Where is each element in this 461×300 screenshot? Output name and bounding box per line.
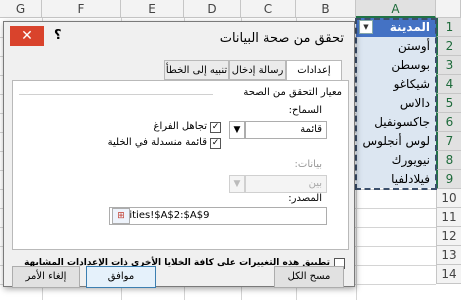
chevron-down-icon[interactable]: ▼	[229, 121, 245, 139]
clear-all-button[interactable]: مسح الكل	[274, 266, 344, 288]
chevron-down-icon[interactable]: ▼	[229, 175, 245, 193]
criteria-heading: معيار التحقق من الصحة	[243, 87, 342, 98]
column-header-c[interactable]: C	[241, 0, 296, 18]
row-header-14[interactable]: 14	[436, 265, 461, 284]
in-cell-dropdown-checkbox[interactable]: ✓	[210, 138, 221, 149]
column-header-g[interactable]: G	[0, 0, 42, 18]
help-icon[interactable]: ؟	[54, 28, 62, 43]
row-header-12[interactable]: 12	[436, 227, 461, 246]
row-header-4[interactable]: 4	[436, 75, 461, 94]
range-select-icon[interactable]: ⊞	[112, 208, 130, 224]
in-cell-dropdown-label: قائمة منسدلة في الخلية	[107, 137, 207, 148]
tab-error-alert[interactable]: تنبيه إلى الخطأ	[164, 60, 229, 80]
source-input[interactable]: =Cities!$A$2:$A$9	[109, 207, 327, 225]
row-header-9[interactable]: 9	[436, 170, 461, 189]
row-header-11[interactable]: 11	[436, 208, 461, 227]
ok-button[interactable]: موافق	[86, 266, 156, 288]
column-header-e[interactable]: E	[121, 0, 184, 18]
column-header-a[interactable]: A	[356, 0, 436, 18]
column-header-d[interactable]: D	[184, 0, 241, 18]
row-header-10[interactable]: 10	[436, 189, 461, 208]
row-header-8[interactable]: 8	[436, 151, 461, 170]
data-validation-dialog: تحقق من صحة البيانات ؟ ✕ إعدادات رسالة إ…	[3, 21, 355, 288]
ignore-blank-checkbox[interactable]: ✓	[210, 122, 221, 133]
allow-dropdown[interactable]: قائمة	[245, 121, 327, 139]
row-header-7[interactable]: 7	[436, 132, 461, 151]
tab-settings[interactable]: إعدادات	[286, 60, 342, 81]
dialog-title: تحقق من صحة البيانات	[219, 31, 344, 46]
row-header-3[interactable]: 3	[436, 56, 461, 75]
copy-marquee	[355, 18, 437, 190]
tab-input-message[interactable]: رسالة إدخال	[229, 60, 286, 80]
row-header-13[interactable]: 13	[436, 246, 461, 265]
settings-panel: معيار التحقق من الصحة السماح: قائمة ▼ ✓ …	[12, 80, 349, 250]
row-header-2[interactable]: 2	[436, 37, 461, 56]
row-header-6[interactable]: 6	[436, 113, 461, 132]
cancel-button[interactable]: إلغاء الأمر	[12, 266, 80, 288]
criteria-separator	[19, 94, 213, 95]
source-label: المصدر:	[288, 193, 322, 204]
column-header-f[interactable]: F	[42, 0, 121, 18]
close-button[interactable]: ✕	[10, 26, 44, 46]
row-header-5[interactable]: 5	[436, 94, 461, 113]
row-header-1[interactable]: 1	[436, 18, 461, 37]
data-label: بيانات:	[294, 159, 322, 170]
select-all-corner[interactable]	[436, 0, 461, 18]
column-header-b[interactable]: B	[296, 0, 356, 18]
ignore-blank-label: تجاهل الفراغ	[153, 121, 207, 132]
data-dropdown[interactable]: بين	[245, 175, 327, 193]
allow-label: السماح:	[288, 105, 322, 116]
